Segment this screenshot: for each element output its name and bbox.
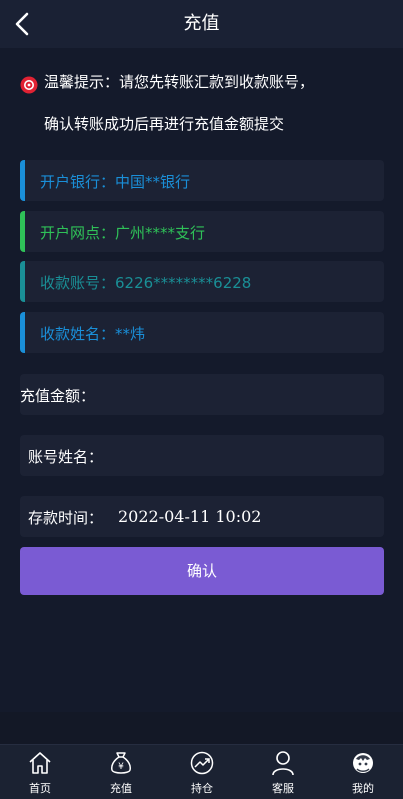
time-label: 存款时间：	[28, 509, 104, 527]
notice-text-line2: 确认转账成功后再进行充值金额提交	[44, 115, 285, 133]
bank-branch-row: 开户网点：广州****支行	[20, 211, 384, 252]
page: 充值 温馨提示：请您先转账汇款到收款账号， 确认转账成功后再进行充值金额提交 开…	[0, 0, 403, 799]
account-number-row: 收款账号：6226********6228	[20, 261, 384, 302]
confirm-button[interactable]: 确认	[20, 547, 384, 595]
amount-input[interactable]	[108, 379, 380, 412]
accent-bar	[20, 261, 25, 302]
accent-bar	[20, 211, 25, 252]
bank-name-text: 开户银行：中国**银行	[40, 173, 191, 191]
deposit-time-field[interactable]: 2022-04-11 10:02	[118, 496, 261, 537]
bank-branch-text: 开户网点：广州****支行	[40, 224, 206, 242]
avatar-icon	[353, 753, 373, 773]
notice-text-line1: 温馨提示：请您先转账汇款到收款账号，	[44, 73, 315, 91]
accent-bar	[20, 160, 25, 201]
chart-trend-icon	[190, 751, 214, 775]
amount-row: 充值金额：	[20, 374, 384, 415]
tab-home[interactable]: 首页	[0, 745, 80, 799]
back-button[interactable]	[10, 10, 34, 38]
name-row: 账号姓名：	[20, 435, 384, 476]
money-bag-icon: ¥	[111, 752, 131, 774]
tab-recharge[interactable]: ¥ 充值	[81, 745, 161, 799]
page-title: 充值	[183, 13, 220, 34]
user-icon	[272, 751, 294, 776]
account-name-row: 收款姓名：**炜	[20, 312, 384, 353]
tab-label: 我的	[352, 782, 374, 795]
tab-mine[interactable]: 我的	[323, 745, 403, 799]
account-number-text: 收款账号：6226********6228	[40, 274, 252, 292]
account-name-text: 收款姓名：**炜	[40, 325, 146, 343]
svg-text:¥: ¥	[118, 762, 124, 772]
alert-icon	[20, 76, 38, 94]
chevron-left-icon	[15, 12, 29, 36]
time-row: 存款时间： 2022-04-11 10:02	[20, 496, 384, 537]
bottom-divider	[0, 712, 403, 744]
bottom-tab-bar: 首页 ¥ 充值 持仓 客服 我的	[0, 744, 403, 799]
tab-label: 充值	[110, 782, 132, 795]
accent-bar	[20, 312, 25, 353]
amount-label: 充值金额：	[20, 387, 96, 405]
home-icon	[29, 752, 51, 774]
tab-positions[interactable]: 持仓	[162, 745, 242, 799]
tab-label: 持仓	[191, 782, 213, 795]
name-input[interactable]	[116, 440, 380, 473]
bank-name-row: 开户银行：中国**银行	[20, 160, 384, 201]
tab-service[interactable]: 客服	[243, 745, 323, 799]
tab-label: 客服	[272, 782, 294, 795]
tab-label: 首页	[29, 782, 51, 795]
name-label: 账号姓名：	[28, 448, 104, 466]
header-bar: 充值	[0, 0, 403, 48]
